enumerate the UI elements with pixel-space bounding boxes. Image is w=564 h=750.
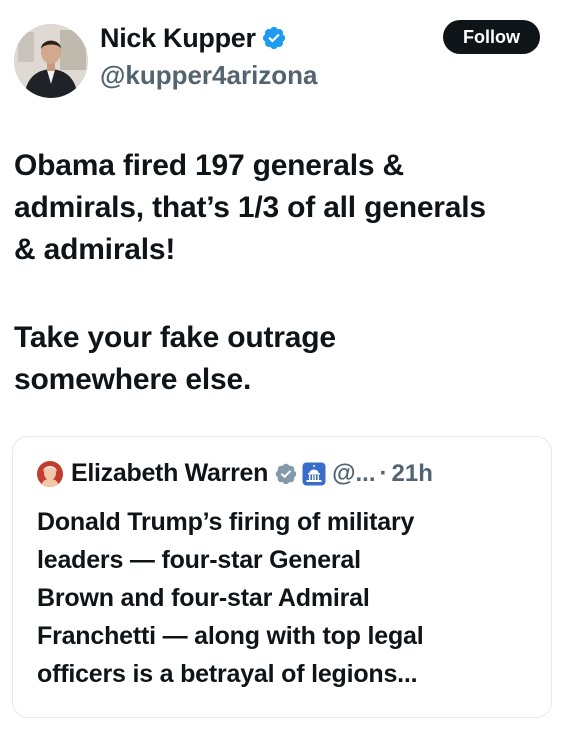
quoted-tweet-text: Donald Trump’s firing of military leader… <box>37 508 424 688</box>
quoted-tweet-header: Elizabeth Warren @... · 21h <box>37 459 433 488</box>
tweet-text-paragraph-2: Take your fake outrage somewhere else. <box>14 321 336 396</box>
quoted-author-handle[interactable]: @... <box>332 460 375 488</box>
verified-badge-icon <box>261 25 287 51</box>
gray-verified-badge-icon <box>274 462 298 486</box>
quoted-author-display-name[interactable]: Elizabeth Warren <box>71 459 268 488</box>
author-display-name[interactable]: Nick Kupper <box>100 22 256 54</box>
separator-dot: · <box>379 459 388 487</box>
author-avatar[interactable] <box>14 24 88 98</box>
quoted-author-avatar[interactable] <box>37 460 63 487</box>
us-capitol-icon <box>302 462 326 486</box>
tweet-text-paragraph-1: Obama fired 197 generals & admirals, tha… <box>14 149 486 266</box>
quoted-tweet-timestamp[interactable]: 21h <box>392 460 433 488</box>
author-handle[interactable]: @kupper4arizona <box>100 60 318 90</box>
quoted-tweet-card[interactable]: Elizabeth Warren @... · 21h Donald Trump… <box>12 436 552 718</box>
author-name-row[interactable]: Nick Kupper <box>100 22 287 54</box>
tweet-header: Nick Kupper @kupper4arizona Follow <box>0 0 564 110</box>
follow-button[interactable]: Follow <box>443 20 540 54</box>
